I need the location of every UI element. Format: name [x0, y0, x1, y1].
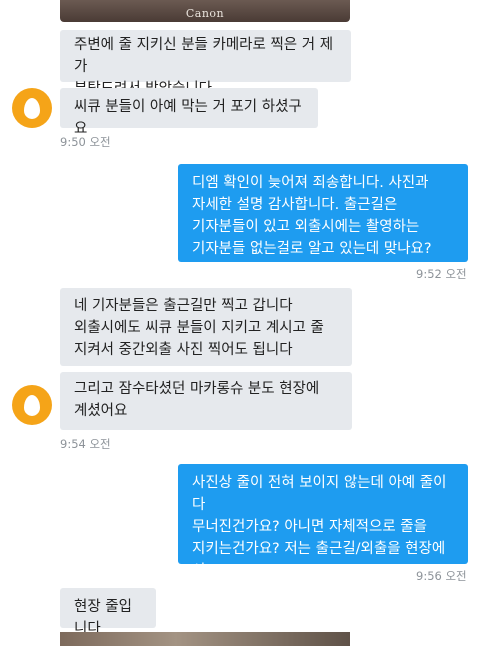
incoming-message-bubble[interactable]: 현장 줄입니다 [60, 588, 156, 637]
egg-avatar-icon [24, 97, 40, 119]
message-line: 기자분들이 있고 외출시에는 촬영하는 [192, 219, 420, 235]
message-line: 전혀 본 적이 없어 여쭤봅니다. [192, 585, 376, 601]
message-line: 지키는건가요? 저는 출근길/외출을 현장에서 [192, 541, 446, 579]
message-line: 기자분들 없는걸로 알고 있는데 맞나요? [192, 241, 432, 257]
egg-avatar-icon [24, 394, 40, 416]
message-line: 그리고 잠수타셨던 마카롱슈 분도 현장에 [74, 381, 320, 397]
outgoing-message-bubble[interactable]: 디엠 확인이 늦어져 죄송합니다. 사진과 자세한 설명 감사합니다. 출근길은… [178, 164, 468, 262]
shared-photo-bottom[interactable] [60, 632, 350, 646]
sender-avatar[interactable] [12, 385, 52, 425]
incoming-message-bubble[interactable]: 네 기자분들은 출근길만 찍고 갑니다 외출시에도 씨큐 분들이 지키고 계시고… [60, 288, 352, 366]
message-line: 무너진건가요? 아니면 자체적으로 줄을 [192, 519, 427, 535]
sender-avatar[interactable] [12, 88, 52, 128]
message-timestamp: 9:54 오전 [60, 437, 111, 451]
incoming-message-bubble[interactable]: 주변에 줄 지키신 분들 카메라로 찍은 거 제가 부탁드려서 받았습니다 [60, 30, 351, 97]
incoming-message-bubble[interactable]: 그리고 잠수타셨던 마카롱슈 분도 현장에 계셨어요 [60, 372, 352, 430]
message-timestamp: 9:50 오전 [60, 135, 111, 149]
message-line: 외출시에도 씨큐 분들이 지키고 계시고 줄 [74, 320, 324, 336]
message-line: 자세한 설명 감사합니다. 출근길은 [192, 197, 398, 213]
outgoing-message-bubble[interactable]: 사진상 줄이 전혀 보이지 않는데 아예 줄이 다 무너진건가요? 아니면 자체… [178, 464, 468, 601]
message-line: 계셨어요 [74, 403, 128, 419]
incoming-message-bubble[interactable]: 씨큐 분들이 아예 막는 거 포기 하셨구요 [60, 88, 318, 137]
message-line: 디엠 확인이 늦어져 죄송합니다. 사진과 [192, 175, 429, 191]
message-line: 네 기자분들은 출근길만 찍고 갑니다 [74, 298, 293, 314]
message-timestamp: 9:56 오전 [416, 569, 467, 583]
photo-brand-text: Canon [185, 7, 225, 20]
message-line: 지켜서 중간외출 사진 찍어도 됩니다 [74, 342, 293, 358]
message-line: 사진상 줄이 전혀 보이지 않는데 아예 줄이 다 [192, 475, 447, 513]
message-timestamp: 9:52 오전 [416, 267, 467, 281]
message-line: 주변에 줄 지키신 분들 카메라로 찍은 거 제가 [74, 37, 334, 75]
shared-photo-top[interactable]: Canon [60, 0, 350, 22]
